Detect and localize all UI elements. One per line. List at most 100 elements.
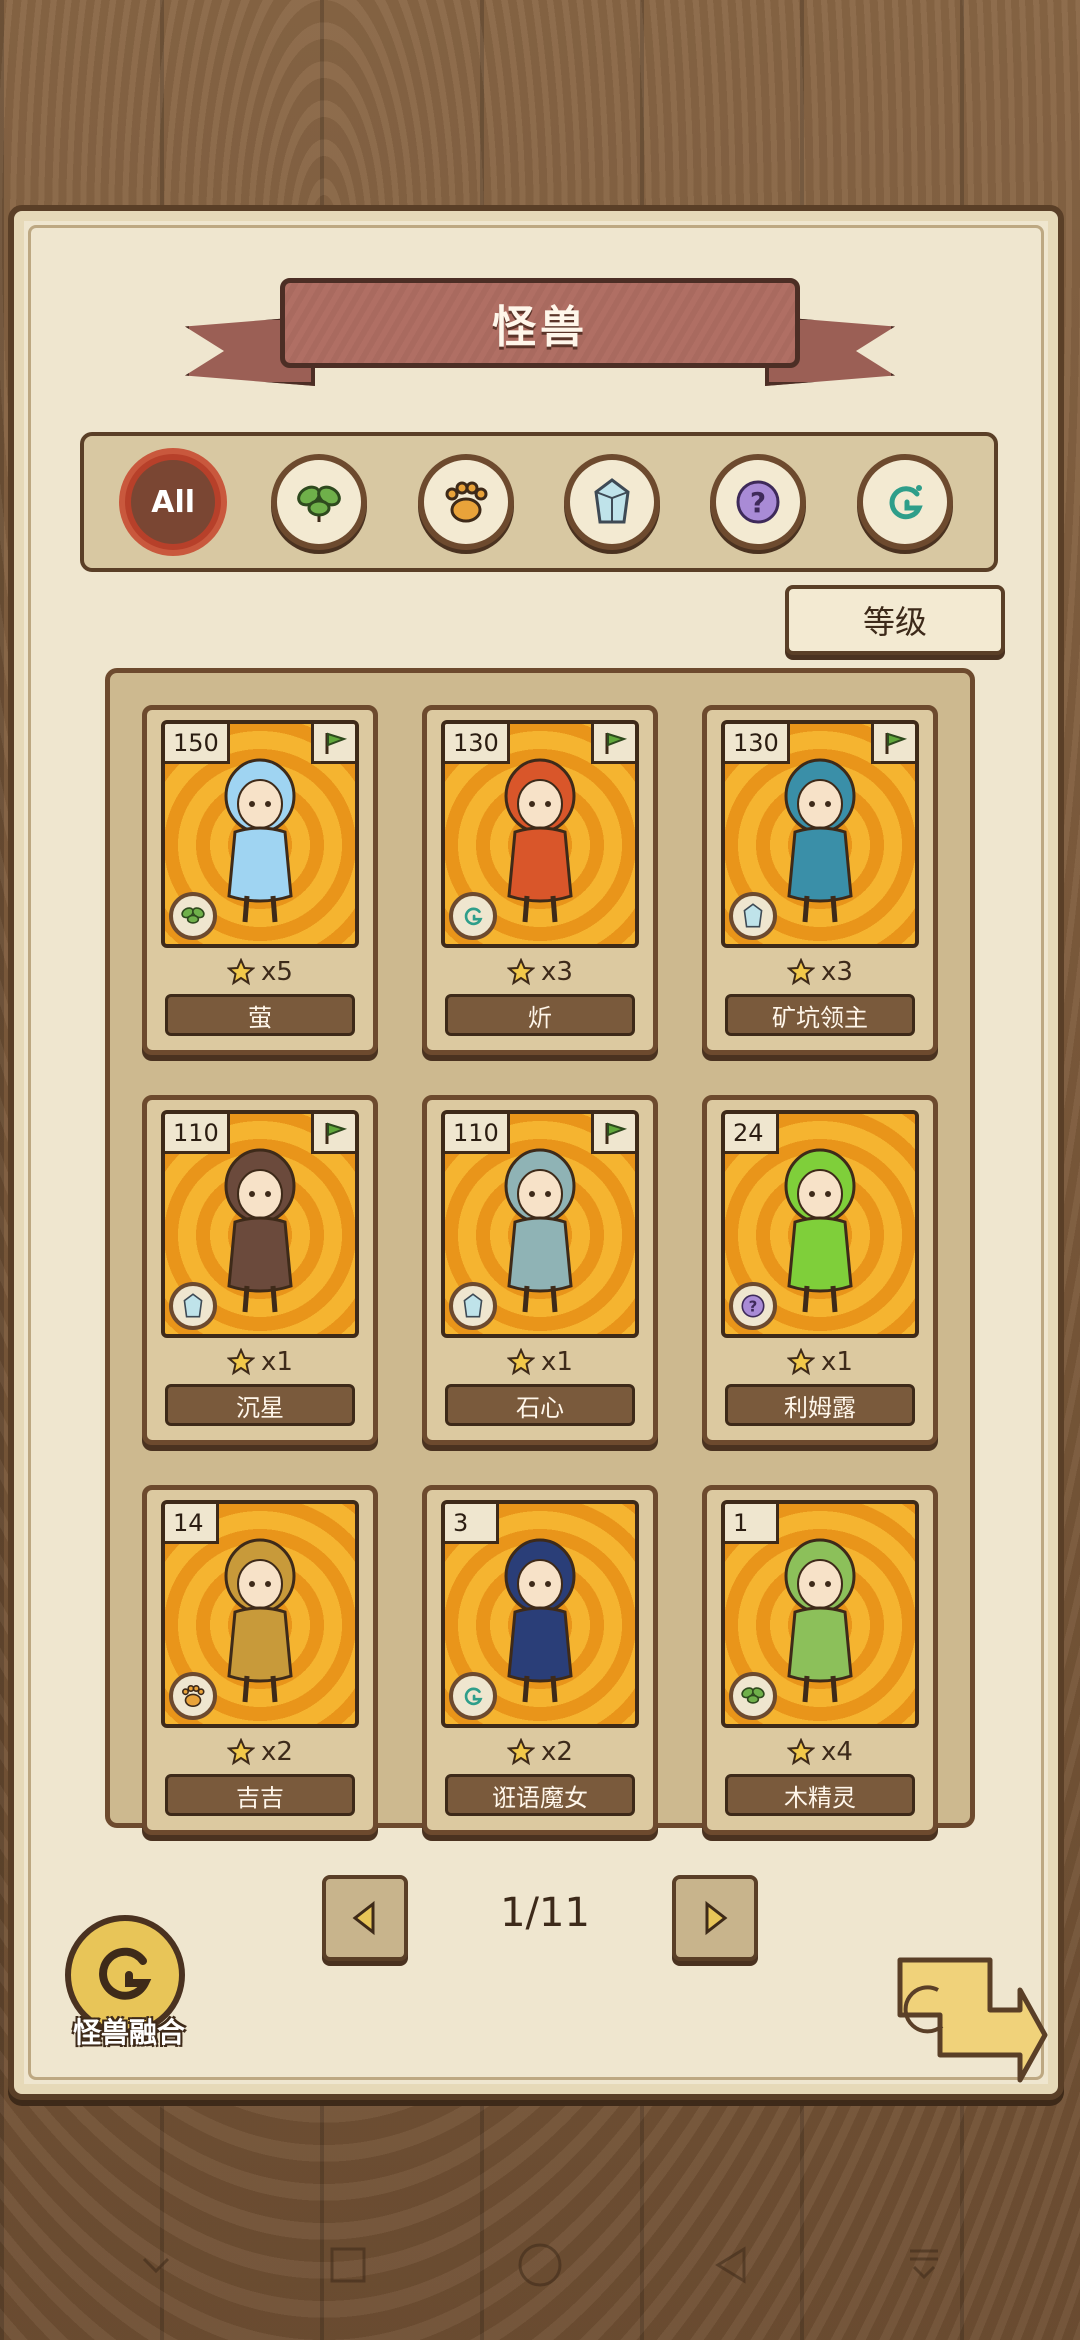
page-indicator: 1/11 [500,1890,590,1936]
star-multiplier: x2 [261,1737,293,1767]
paw-icon [445,481,488,523]
star-count: x2 [147,1734,373,1770]
monster-card[interactable]: 1 x4 木精灵 [702,1485,938,1835]
star-icon [787,1348,816,1376]
leaf-icon [297,485,342,522]
star-multiplier: x1 [261,1347,293,1377]
monster-portrait: 1 [721,1500,919,1728]
sort-by-level-button[interactable]: 等级 [785,585,1005,655]
star-icon [227,1738,256,1766]
arrow-right-icon [705,1900,728,1936]
star-multiplier: x1 [541,1347,573,1377]
system-nav-bar [0,2190,1080,2340]
swirl-icon [449,892,497,940]
star-count: x3 [427,954,653,990]
prev-page-button[interactable] [322,1875,408,1961]
star-icon [227,958,256,986]
leaf-icon [729,1672,777,1720]
monster-portrait: 3 [441,1500,639,1728]
monster-portrait: 14 [161,1500,359,1728]
monster-card[interactable]: 130 x3 炘 [422,705,658,1055]
star-multiplier: x3 [821,957,853,987]
paw-icon [169,1672,217,1720]
monster-figure [475,1136,605,1320]
monster-figure [755,746,885,930]
filter-bar: All ? [80,432,998,572]
monster-name: 吉吉 [165,1774,355,1816]
monster-figure [195,1526,325,1710]
next-page-button[interactable] [672,1875,758,1961]
monster-figure [195,746,325,930]
nav-collapse-button[interactable] [126,2235,186,2295]
filter-all-button[interactable]: All [125,454,222,550]
return-arrow-icon [897,1957,1048,2083]
leaf-icon [169,892,217,940]
monster-card[interactable]: 14 x2 吉吉 [142,1485,378,1835]
star-count: x5 [147,954,373,990]
filter-unknown-button[interactable]: ? [710,454,807,550]
star-multiplier: x1 [821,1347,853,1377]
back-button[interactable] [880,1940,1050,2090]
star-count: x4 [707,1734,933,1770]
nav-home-button[interactable] [510,2235,570,2295]
filter-magic-button[interactable] [856,454,953,550]
monster-figure [475,1526,605,1710]
monster-card[interactable]: 130 x3 矿坑领主 [702,705,938,1055]
arrow-left-icon [352,1900,375,1936]
star-count: x1 [147,1344,373,1380]
title-ribbon: 怪兽 [185,268,895,388]
monster-name: 萤 [165,994,355,1036]
monster-portrait: 24 ? [721,1110,919,1338]
monster-grid: 150 x5 萤 130 x3 炘 130 x3 矿坑领主 110 x1 沉星 … [105,668,975,1835]
square-icon [330,2247,366,2283]
crystal-icon [169,1282,217,1330]
monster-card[interactable]: 150 x5 萤 [142,705,378,1055]
star-multiplier: x5 [261,957,293,987]
filter-plant-button[interactable] [271,454,368,550]
monster-name: 木精灵 [725,1774,915,1816]
star-icon [787,958,816,986]
star-count: x1 [427,1344,653,1380]
star-icon [787,1738,816,1766]
monster-figure [475,746,605,930]
monster-portrait: 130 [441,720,639,948]
filter-all-label: All [151,484,196,520]
nav-back-button[interactable] [702,2235,762,2295]
page-title: 怪兽 [492,302,588,353]
monster-name: 炘 [445,994,635,1036]
monster-name: 石心 [445,1384,635,1426]
circle-icon [518,2243,562,2287]
monster-figure [755,1136,885,1320]
star-multiplier: x3 [541,957,573,987]
monster-portrait: 150 [161,720,359,948]
question-icon: ? [729,1282,777,1330]
filter-mineral-button[interactable] [564,454,661,550]
nav-recents-button[interactable] [318,2235,378,2295]
fusion-icon [99,1947,152,2000]
nav-download-button[interactable] [894,2235,954,2295]
monster-card[interactable]: 110 x1 石心 [422,1095,658,1445]
swirl-icon [889,485,923,520]
monster-name: 利姆露 [725,1384,915,1426]
monster-fusion-button[interactable]: 怪兽融合 [55,1915,195,2055]
chevron-down-icon [142,2257,170,2274]
monster-name: 诳语魔女 [445,1774,635,1816]
filter-beast-button[interactable] [417,454,514,550]
star-icon [507,1738,536,1766]
monster-portrait: 110 [441,1110,639,1338]
monster-figure [195,1136,325,1320]
monster-portrait: 110 [161,1110,359,1338]
monster-card[interactable]: 3 x2 诳语魔女 [422,1485,658,1835]
svg-text:?: ? [749,1297,758,1315]
monster-figure [755,1526,885,1710]
star-multiplier: x2 [541,1737,573,1767]
crystal-icon [729,892,777,940]
monster-card[interactable]: 24 ? x1 利姆露 [702,1095,938,1445]
monster-card[interactable]: 110 x1 沉星 [142,1095,378,1445]
star-icon [227,1348,256,1376]
star-icon [507,958,536,986]
star-count: x2 [427,1734,653,1770]
star-multiplier: x4 [821,1737,853,1767]
question-icon: ? [736,480,780,524]
star-count: x1 [707,1344,933,1380]
